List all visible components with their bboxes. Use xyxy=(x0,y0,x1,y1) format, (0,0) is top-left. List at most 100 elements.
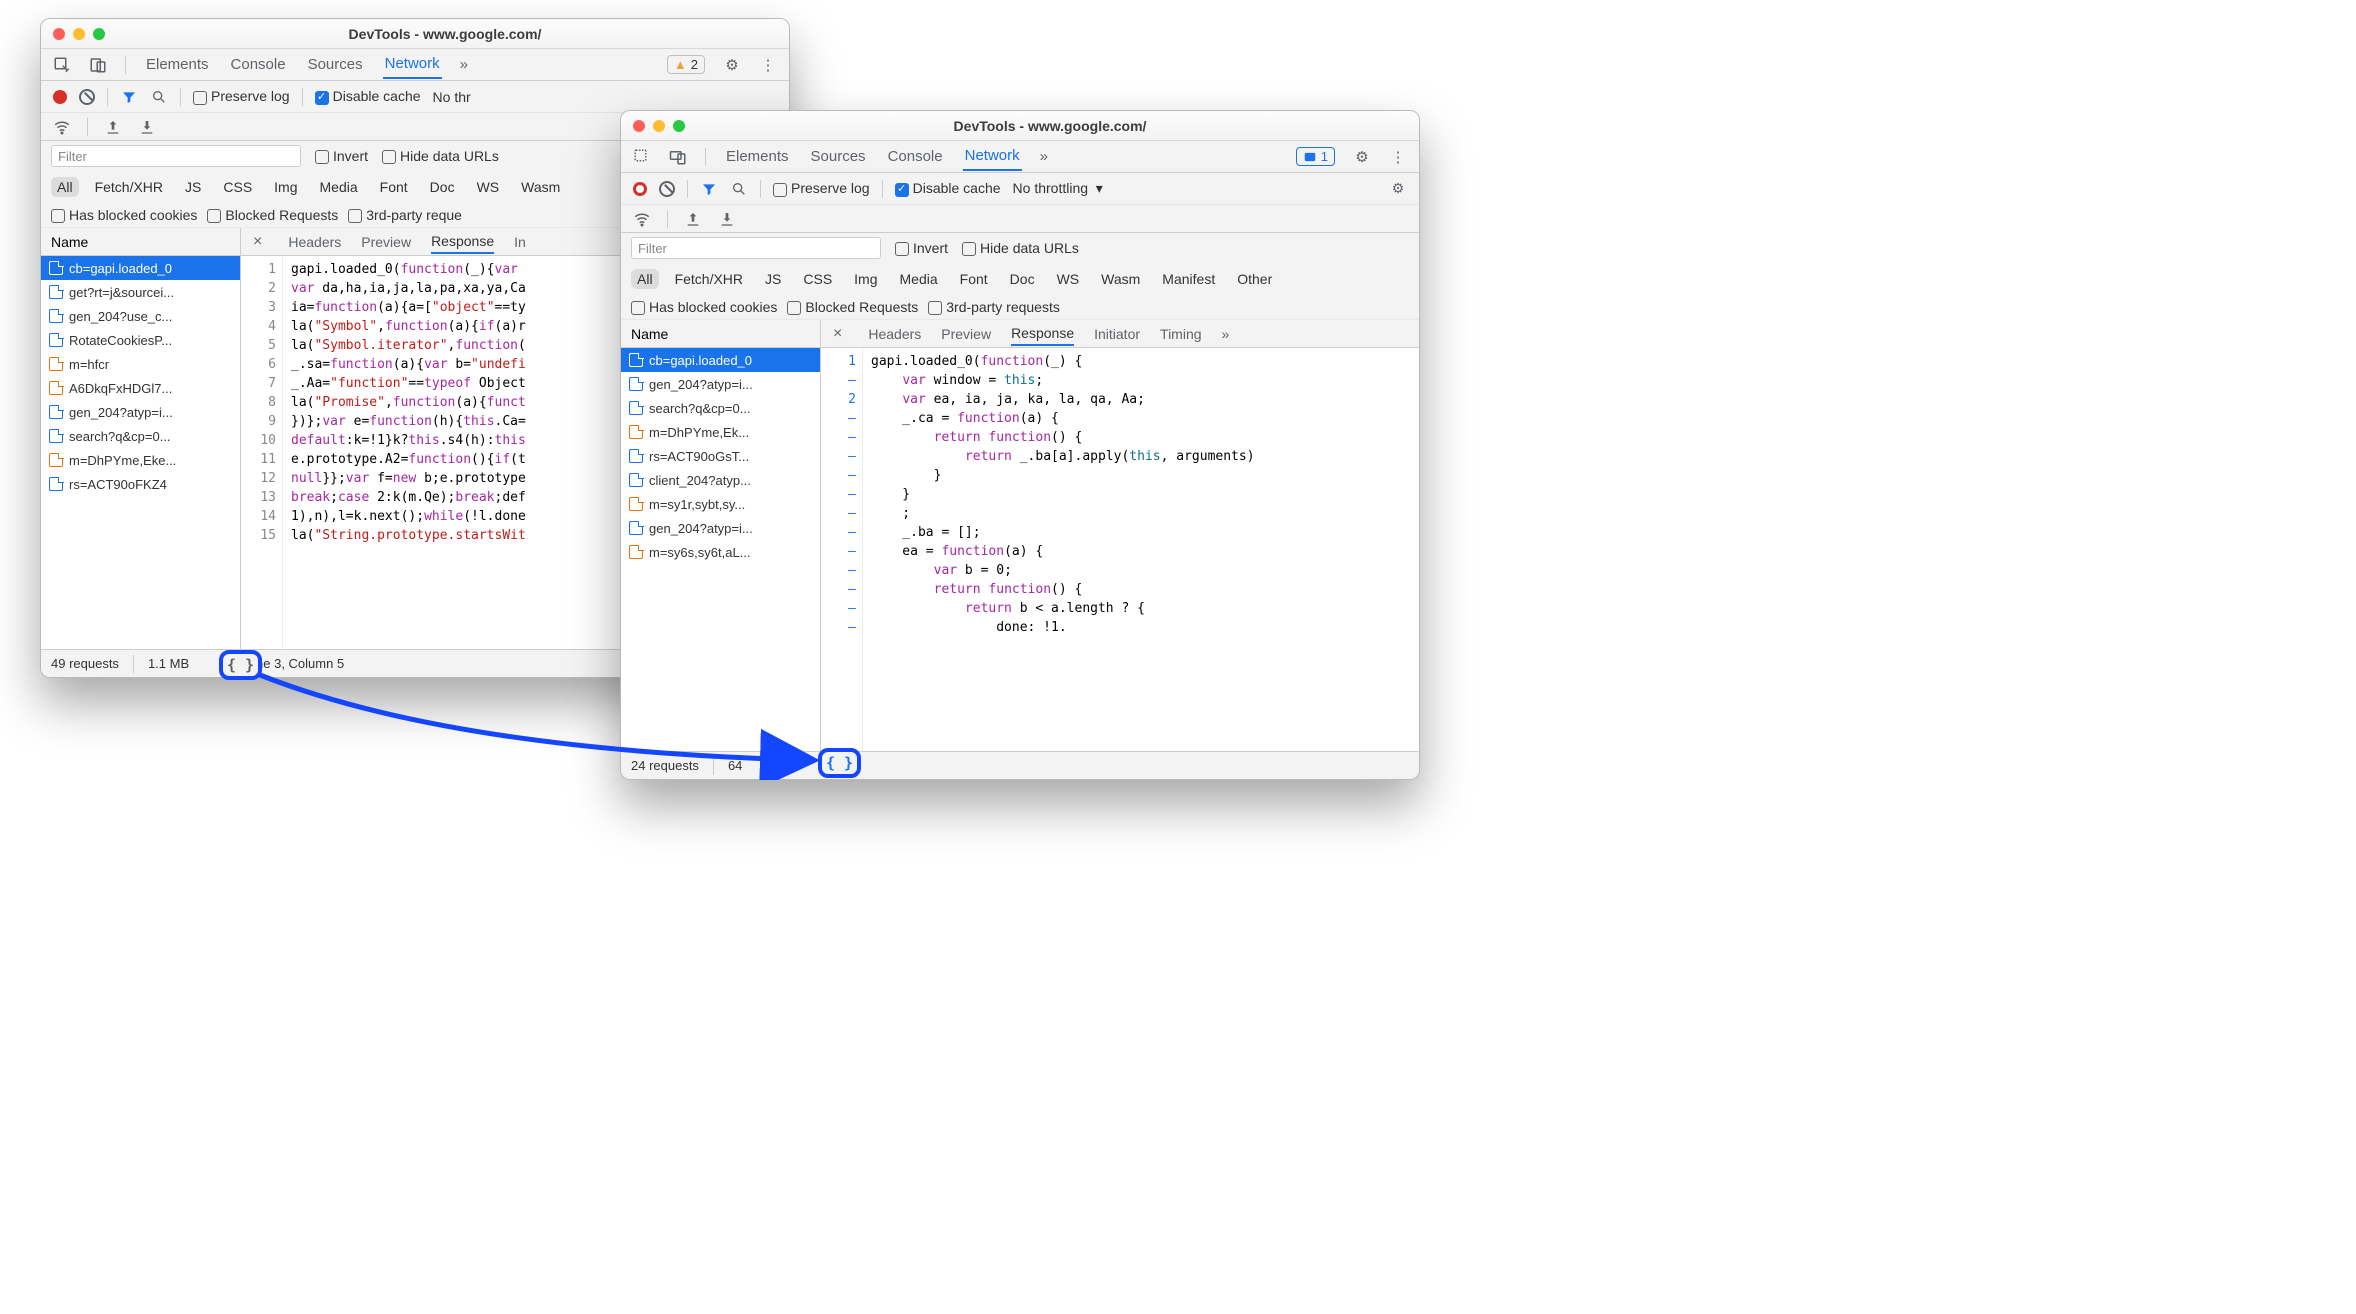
request-row[interactable]: A6DkqFxHDGl7... xyxy=(41,376,240,400)
filter-icon[interactable] xyxy=(120,88,138,106)
tab-sources[interactable]: Sources xyxy=(809,143,868,170)
invert-checkbox[interactable]: Invert xyxy=(315,148,368,164)
request-row[interactable]: search?q&cp=0... xyxy=(621,396,820,420)
request-row[interactable]: RotateCookiesP... xyxy=(41,328,240,352)
more-menu-icon[interactable]: ⋮ xyxy=(1389,148,1407,166)
filter-icon[interactable] xyxy=(700,180,718,198)
pretty-print-button[interactable]: { } xyxy=(219,650,262,680)
device-toggle-icon[interactable] xyxy=(669,148,687,166)
more-tabs-icon[interactable]: » xyxy=(1040,148,1048,165)
request-row[interactable]: get?rt=j&sourcei... xyxy=(41,280,240,304)
more-tabs-icon[interactable]: » xyxy=(460,56,468,73)
pretty-print-button[interactable]: { } xyxy=(818,748,861,778)
request-row[interactable]: rs=ACT90oGsT... xyxy=(621,444,820,468)
request-row[interactable]: rs=ACT90oFKZ4 xyxy=(41,472,240,496)
download-icon[interactable] xyxy=(138,118,156,136)
filter-input[interactable]: Filter xyxy=(51,145,301,167)
wifi-icon[interactable] xyxy=(53,118,71,136)
tab-network[interactable]: Network xyxy=(383,50,442,79)
issues-badge[interactable]: 1 xyxy=(1296,147,1335,166)
wifi-icon[interactable] xyxy=(633,210,651,228)
inspect-icon[interactable] xyxy=(633,148,651,166)
blocked-requests-checkbox[interactable]: Blocked Requests xyxy=(207,207,338,223)
tab-network[interactable]: Network xyxy=(963,142,1022,171)
detail-tab-response[interactable]: Response xyxy=(1011,322,1074,346)
request-row[interactable]: gen_204?atyp=i... xyxy=(621,516,820,540)
filter-js[interactable]: JS xyxy=(759,269,787,289)
preserve-log-checkbox[interactable]: Preserve log xyxy=(193,88,290,104)
request-row[interactable]: client_204?atyp... xyxy=(621,468,820,492)
filter-css[interactable]: CSS xyxy=(217,177,258,197)
source-code[interactable]: gapi.loaded_0(function(_) { var window =… xyxy=(863,348,1419,751)
request-row[interactable]: m=sy6s,sy6t,aL... xyxy=(621,540,820,564)
upload-icon[interactable] xyxy=(684,210,702,228)
detail-tab-initiator[interactable]: In xyxy=(514,234,526,250)
clear-icon[interactable] xyxy=(79,89,95,105)
close-detail-icon[interactable]: × xyxy=(253,233,262,251)
filter-img[interactable]: Img xyxy=(848,269,883,289)
search-icon[interactable] xyxy=(150,88,168,106)
detail-tab-headers[interactable]: Headers xyxy=(288,234,341,250)
filter-media[interactable]: Media xyxy=(314,177,364,197)
filter-css[interactable]: CSS xyxy=(797,269,838,289)
filter-fetch-xhr[interactable]: Fetch/XHR xyxy=(669,269,749,289)
request-row[interactable]: search?q&cp=0... xyxy=(41,424,240,448)
download-icon[interactable] xyxy=(718,210,736,228)
filter-input[interactable]: Filter xyxy=(631,237,881,259)
minimize-icon[interactable] xyxy=(73,28,85,40)
request-row[interactable]: cb=gapi.loaded_0 xyxy=(41,256,240,280)
detail-tab-headers[interactable]: Headers xyxy=(868,326,921,342)
filter-img[interactable]: Img xyxy=(268,177,303,197)
filter-other[interactable]: Other xyxy=(1231,269,1278,289)
filter-media[interactable]: Media xyxy=(894,269,944,289)
disable-cache-checkbox[interactable]: ✓Disable cache xyxy=(895,180,1001,196)
close-icon[interactable] xyxy=(53,28,65,40)
filter-wasm[interactable]: Wasm xyxy=(515,177,566,197)
filter-doc[interactable]: Doc xyxy=(424,177,461,197)
filter-js[interactable]: JS xyxy=(179,177,207,197)
hide-data-urls-checkbox[interactable]: Hide data URLs xyxy=(382,148,499,164)
zoom-icon[interactable] xyxy=(673,120,685,132)
tab-console[interactable]: Console xyxy=(886,143,945,170)
preserve-log-checkbox[interactable]: Preserve log xyxy=(773,180,870,196)
throttling-select[interactable]: No thr xyxy=(433,89,471,105)
close-detail-icon[interactable]: × xyxy=(833,325,842,343)
column-header-name[interactable]: Name xyxy=(621,320,820,348)
filter-font[interactable]: Font xyxy=(374,177,414,197)
window-controls[interactable] xyxy=(53,28,105,40)
close-icon[interactable] xyxy=(633,120,645,132)
tab-console[interactable]: Console xyxy=(229,51,288,78)
filter-ws[interactable]: WS xyxy=(1051,269,1086,289)
detail-tab-timing[interactable]: Timing xyxy=(1160,326,1202,342)
filter-font[interactable]: Font xyxy=(954,269,994,289)
throttling-select[interactable]: No throttling ▾ xyxy=(1013,180,1103,197)
request-row[interactable]: gen_204?use_c... xyxy=(41,304,240,328)
has-blocked-cookies-checkbox[interactable]: Has blocked cookies xyxy=(631,299,777,315)
detail-tab-preview[interactable]: Preview xyxy=(361,234,411,250)
settings-icon[interactable]: ⚙ xyxy=(1353,148,1371,166)
detail-tab-initiator[interactable]: Initiator xyxy=(1094,326,1140,342)
invert-checkbox[interactable]: Invert xyxy=(895,240,948,256)
tab-elements[interactable]: Elements xyxy=(144,51,211,78)
has-blocked-cookies-checkbox[interactable]: Has blocked cookies xyxy=(51,207,197,223)
filter-all[interactable]: All xyxy=(631,269,659,289)
tab-sources[interactable]: Sources xyxy=(306,51,365,78)
hide-data-urls-checkbox[interactable]: Hide data URLs xyxy=(962,240,1079,256)
zoom-icon[interactable] xyxy=(93,28,105,40)
clear-icon[interactable] xyxy=(659,181,675,197)
detail-tab-response[interactable]: Response xyxy=(431,230,494,254)
filter-doc[interactable]: Doc xyxy=(1004,269,1041,289)
minimize-icon[interactable] xyxy=(653,120,665,132)
request-row[interactable]: cb=gapi.loaded_0 xyxy=(621,348,820,372)
filter-ws[interactable]: WS xyxy=(471,177,506,197)
inspect-icon[interactable] xyxy=(53,56,71,74)
window-controls[interactable] xyxy=(633,120,685,132)
request-row[interactable]: m=hfcr xyxy=(41,352,240,376)
request-row[interactable]: gen_204?atyp=i... xyxy=(621,372,820,396)
column-header-name[interactable]: Name xyxy=(41,228,240,256)
third-party-checkbox[interactable]: 3rd-party requests xyxy=(928,299,1060,315)
filter-all[interactable]: All xyxy=(51,177,79,197)
tab-elements[interactable]: Elements xyxy=(724,143,791,170)
upload-icon[interactable] xyxy=(104,118,122,136)
detail-tab-preview[interactable]: Preview xyxy=(941,326,991,342)
